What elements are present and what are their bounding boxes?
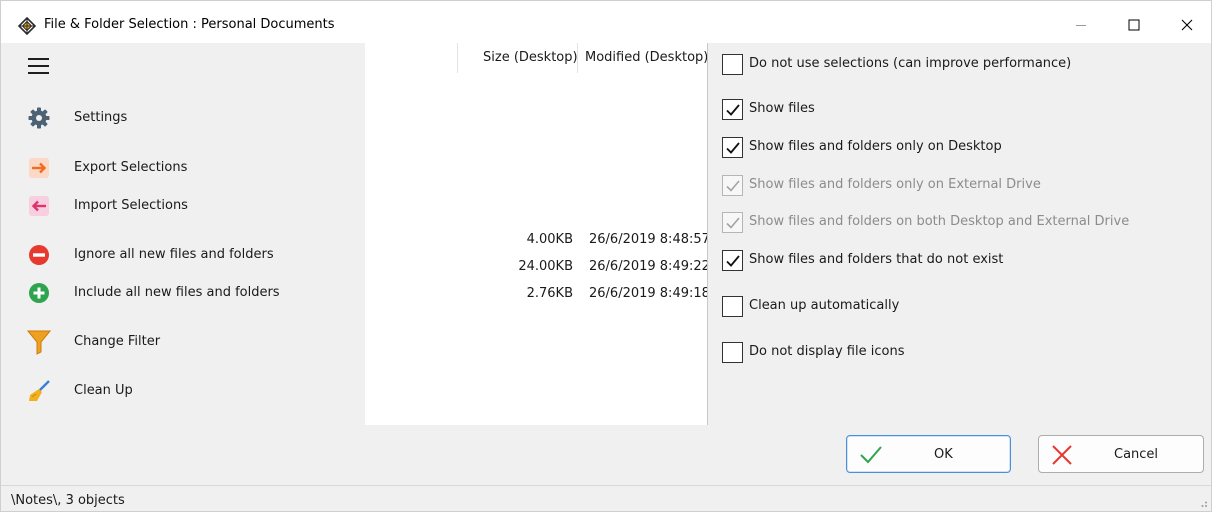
- panel-splitter[interactable]: [707, 43, 708, 425]
- column-header-size[interactable]: Size (Desktop): [483, 50, 578, 65]
- gear-icon: [19, 103, 59, 133]
- maximize-button[interactable]: [1111, 9, 1157, 41]
- option-no-file-icons[interactable]: Do not display file icons: [722, 341, 1202, 365]
- sidebar-item-settings[interactable]: Settings: [19, 103, 359, 133]
- import-arrow-icon: [19, 191, 59, 221]
- close-icon: [1181, 19, 1193, 31]
- plus-circle-icon: [19, 278, 59, 308]
- file-modified: 26/6/2019 8:48:57 A: [589, 232, 707, 247]
- hamburger-menu-icon[interactable]: [28, 56, 50, 76]
- funnel-icon: [19, 327, 59, 357]
- minimize-icon: [1076, 25, 1086, 26]
- option-show-both: Show files and folders on both Desktop a…: [722, 211, 1202, 235]
- cancel-button[interactable]: Cancel: [1038, 435, 1204, 473]
- sidebar-item-clean-up[interactable]: Clean Up: [19, 376, 359, 406]
- resize-grip-icon[interactable]: [1198, 498, 1208, 508]
- close-button[interactable]: [1164, 9, 1210, 41]
- option-show-nonexistent[interactable]: Show files and folders that do not exist: [722, 249, 1202, 273]
- column-separator: [457, 43, 458, 73]
- column-separator: [577, 43, 578, 73]
- option-label: Clean up automatically: [749, 298, 900, 313]
- table-row[interactable]: 2.76KB 26/6/2019 8:49:18 A: [365, 282, 707, 304]
- checkbox[interactable]: [722, 137, 743, 158]
- checkmark-icon: [726, 142, 740, 154]
- file-size: 2.76KB: [526, 286, 573, 301]
- cancel-button-label: Cancel: [1114, 447, 1159, 462]
- checkbox: [722, 175, 743, 196]
- option-label: Show files and folders only on Desktop: [749, 139, 1002, 154]
- file-list[interactable]: Size (Desktop) Modified (Desktop) 4.00KB…: [365, 43, 707, 425]
- sidebar-item-label: Include all new files and folders: [74, 285, 280, 300]
- option-show-files[interactable]: Show files: [722, 98, 1202, 122]
- checkmark-icon: [726, 255, 740, 267]
- sidebar-item-label: Clean Up: [74, 383, 133, 398]
- option-label: Do not display file icons: [749, 344, 905, 359]
- file-folder-selection-window: File & Folder Selection : Personal Docum…: [0, 0, 1212, 512]
- checkbox[interactable]: [722, 250, 743, 271]
- sidebar-item-export-selections[interactable]: Export Selections: [19, 153, 359, 183]
- checkbox: [722, 212, 743, 233]
- file-size: 24.00KB: [518, 259, 573, 274]
- option-label: Show files and folders that do not exist: [749, 252, 1004, 267]
- title-bar: File & Folder Selection : Personal Docum…: [1, 1, 1211, 43]
- ok-button[interactable]: OK: [846, 435, 1011, 473]
- checkmark-icon: [726, 104, 740, 116]
- option-label: Show files: [749, 101, 815, 116]
- option-do-not-use-selections[interactable]: Do not use selections (can improve perfo…: [722, 53, 1202, 77]
- option-show-desktop-only[interactable]: Show files and folders only on Desktop: [722, 136, 1202, 160]
- sidebar-item-change-filter[interactable]: Change Filter: [19, 327, 359, 357]
- broom-icon: [19, 376, 59, 406]
- option-label: Show files and folders only on External …: [749, 177, 1041, 192]
- checkmark-icon: [726, 180, 740, 192]
- checkbox[interactable]: [722, 342, 743, 363]
- checkmark-icon: [726, 217, 740, 229]
- sidebar-item-label: Import Selections: [74, 198, 188, 213]
- table-row[interactable]: 24.00KB 26/6/2019 8:49:22 A: [365, 255, 707, 277]
- sidebar-item-include-new[interactable]: Include all new files and folders: [19, 278, 359, 308]
- sidebar-item-label: Settings: [74, 110, 128, 125]
- checkbox[interactable]: [722, 296, 743, 317]
- option-label: Show files and folders on both Desktop a…: [749, 214, 1130, 229]
- status-bar: \Notes\, 3 objects: [1, 485, 1211, 511]
- option-clean-up-automatically[interactable]: Clean up automatically: [722, 295, 1202, 319]
- red-x-icon: [1052, 445, 1072, 465]
- checkbox[interactable]: [722, 54, 743, 75]
- table-row[interactable]: 4.00KB 26/6/2019 8:48:57 A: [365, 228, 707, 250]
- option-show-external-only: Show files and folders only on External …: [722, 174, 1202, 198]
- checkmark-icon: [860, 446, 882, 464]
- window-title: File & Folder Selection : Personal Docum…: [44, 17, 335, 32]
- minimize-button[interactable]: [1058, 9, 1104, 41]
- export-arrow-icon: [19, 153, 59, 183]
- sidebar-item-label: Export Selections: [74, 160, 188, 175]
- option-label: Do not use selections (can improve perfo…: [749, 56, 1072, 71]
- column-header-modified[interactable]: Modified (Desktop): [585, 50, 707, 65]
- file-size: 4.00KB: [526, 232, 573, 247]
- maximize-icon: [1128, 19, 1140, 31]
- minus-circle-icon: [19, 240, 59, 270]
- file-modified: 26/6/2019 8:49:18 A: [589, 286, 707, 301]
- sidebar-item-label: Change Filter: [74, 334, 161, 349]
- sidebar-item-import-selections[interactable]: Import Selections: [19, 191, 359, 221]
- status-text: \Notes\, 3 objects: [11, 493, 125, 508]
- file-modified: 26/6/2019 8:49:22 A: [589, 259, 707, 274]
- sidebar-item-label: Ignore all new files and folders: [74, 247, 274, 262]
- checkbox[interactable]: [722, 99, 743, 120]
- sidebar-item-ignore-new[interactable]: Ignore all new files and folders: [19, 240, 359, 270]
- ok-button-label: OK: [934, 447, 953, 462]
- diamond-app-icon: [18, 17, 36, 35]
